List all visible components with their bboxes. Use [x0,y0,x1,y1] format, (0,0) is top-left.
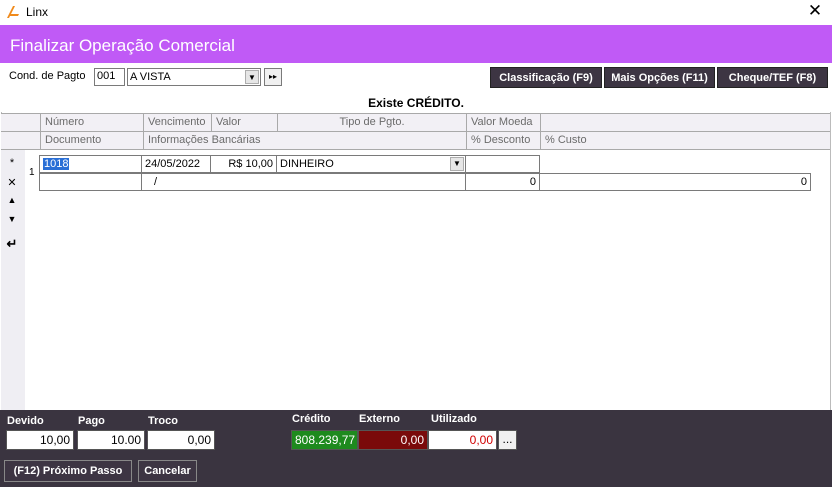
app-title: Linx [26,5,49,19]
page-header: Finalizar Operação Comercial [0,25,832,63]
payment-condition-row: Cond. de Pagto 001 A VISTA ▼ ▸▸ Classifi… [0,66,832,88]
move-down-icon[interactable]: ▼ [5,214,19,224]
footer-panel: Devido 10,00 Pago 10.00 Troco 0,00 Crédi… [0,410,832,487]
delete-icon[interactable]: ✕ [5,176,19,189]
add-icon[interactable]: * [5,157,19,169]
troco-label: Troco [148,415,178,427]
column-header-numero: Número [40,114,143,131]
vencimento-cell[interactable]: 24/05/2022 [141,155,211,173]
column-header-blank [540,114,830,131]
close-icon[interactable]: ✕ [806,2,824,20]
payment-condition-label: Cond. de Pagto [9,70,86,82]
column-header-desconto: % Desconto [466,132,540,149]
devido-field[interactable]: 10,00 [6,430,74,450]
page-title: Finalizar Operação Comercial [10,36,235,55]
column-header-valor: Valor [211,114,277,131]
cheque-tef-button[interactable]: Cheque/TEF (F8) [717,67,828,88]
title-bar: Linx ✕ [0,0,832,25]
credito-field: 808.239,77 [291,430,358,450]
cancelar-button[interactable]: Cancelar [138,460,197,482]
externo-field: 0,00 [358,430,428,450]
proximo-passo-button[interactable]: (F12) Próximo Passo [4,460,132,482]
pago-field[interactable]: 10.00 [77,430,145,450]
numero-value: 1018 [43,158,70,170]
chevron-down-icon[interactable]: ▼ [450,157,464,171]
payment-condition-select[interactable]: A VISTA ▼ [127,68,261,86]
tipo-pgto-select[interactable]: DINHEIRO ▼ [276,155,466,173]
move-up-icon[interactable]: ▲ [5,195,19,205]
credito-label: Crédito [292,413,331,425]
grid-header-row-2: Documento Informações Bancárias % Descon… [1,131,830,150]
column-header-valor-moeda: Valor Moeda [466,114,540,131]
grid-side-toolbar [1,150,25,410]
valor-moeda-cell[interactable] [465,155,540,173]
grid-header-row-1: Número Vencimento Valor Tipo de Pgto. Va… [1,113,830,132]
utilizado-field: 0,00 [428,430,497,450]
payment-condition-code-input[interactable]: 001 [94,68,125,86]
mais-opcoes-button[interactable]: Mais Opções (F11) [604,67,715,88]
numero-cell[interactable]: 1018 [39,155,142,173]
pago-label: Pago [78,415,105,427]
column-header-custo: % Custo [540,132,830,149]
info-bancarias-cell[interactable]: / [141,173,466,191]
desconto-cell[interactable]: 0 [465,173,540,191]
tipo-pgto-value: DINHEIRO [280,158,334,170]
credit-message: Existe CRÉDITO. [368,96,464,110]
fast-forward-icon[interactable]: ▸▸ [264,68,282,86]
utilizado-label: Utilizado [431,413,477,425]
payment-condition-value: A VISTA [130,71,171,83]
enter-icon[interactable]: ↵ [5,236,19,252]
externo-label: Externo [359,413,400,425]
classificacao-button[interactable]: Classificação (F9) [490,67,602,88]
devido-label: Devido [7,415,44,427]
column-header-vencimento: Vencimento [143,114,211,131]
valor-cell[interactable]: R$ 10,00 [210,155,277,173]
chevron-down-icon[interactable]: ▼ [245,70,259,84]
more-options-button[interactable]: ... [498,430,517,450]
column-header-tipo-pgto: Tipo de Pgto. [277,114,466,131]
troco-field[interactable]: 0,00 [147,430,215,450]
column-header-info-bancarias: Informações Bancárias [143,132,466,149]
row-index: 1 [29,167,35,178]
column-header-documento: Documento [40,132,143,149]
documento-cell[interactable] [39,173,142,191]
linx-logo-icon [7,6,19,18]
custo-cell[interactable]: 0 [539,173,811,191]
